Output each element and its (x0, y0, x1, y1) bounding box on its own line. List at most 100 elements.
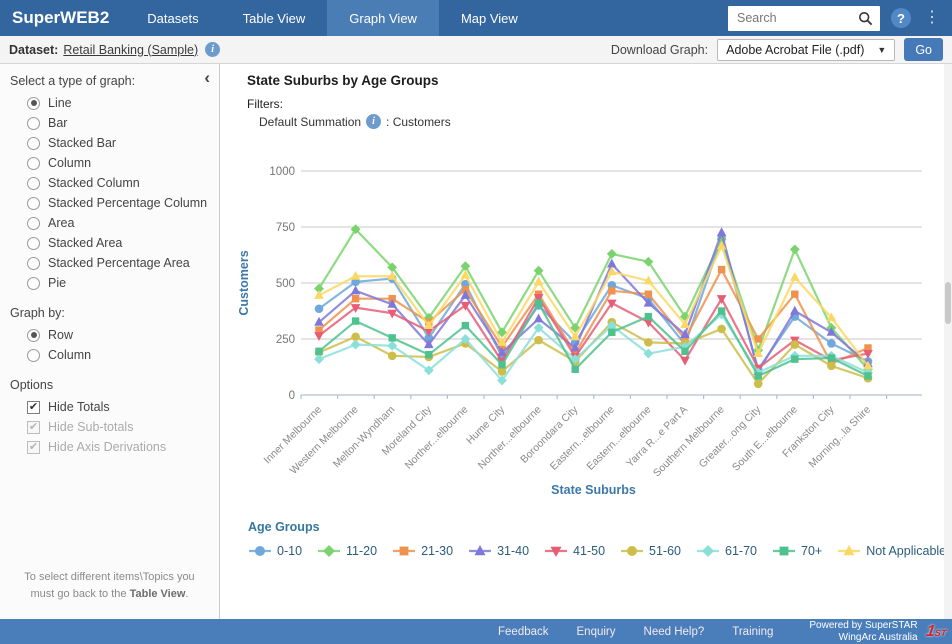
radio-icon[interactable] (27, 177, 40, 190)
x-category-label: Greater...ong City (697, 403, 764, 470)
radio-icon[interactable] (27, 329, 40, 342)
graph-type-area[interactable]: Area (27, 216, 219, 230)
graph-type-label: Bar (48, 116, 67, 130)
sidebar-collapse-icon[interactable]: ‹ (204, 70, 210, 85)
checkbox-icon[interactable] (27, 401, 40, 414)
option-hide-totals[interactable]: Hide Totals (27, 400, 219, 414)
filter-value: : Customers (386, 115, 451, 129)
radio-icon[interactable] (27, 117, 40, 130)
x-category-label: Norther...elbourne (403, 404, 471, 472)
tab-map-view[interactable]: Map View (439, 0, 540, 36)
x-category-label: Eastern...elbourne (548, 404, 617, 473)
legend-label: 0-10 (277, 544, 302, 558)
radio-icon[interactable] (27, 157, 40, 170)
go-button[interactable]: Go (904, 38, 943, 61)
legend-item-70+[interactable]: 70+ (772, 544, 822, 558)
legend-label: 11-20 (346, 544, 377, 558)
sidebar-note-suffix: . (185, 588, 188, 600)
footer-link-feedback[interactable]: Feedback (498, 626, 549, 638)
graph-type-stacked-percentage-area[interactable]: Stacked Percentage Area (27, 256, 219, 270)
scrollbar-thumb[interactable] (945, 282, 951, 324)
graph-type-pie[interactable]: Pie (27, 276, 219, 290)
radio-icon[interactable] (27, 97, 40, 110)
sidebar: ‹ Select a type of graph: Line Bar Stacked… (0, 64, 220, 619)
legend-item-not-applicable[interactable]: Not Applicable (837, 544, 946, 558)
checkbox-icon (27, 421, 40, 434)
sidebar-note: To select different items\Topics you mus… (0, 569, 219, 603)
tab-datasets[interactable]: Datasets (125, 0, 220, 36)
chart-legend: Age Groups 0-1011-2021-3031-4041-5051-60… (248, 520, 946, 558)
legend-item-51-60[interactable]: 51-60 (620, 544, 681, 558)
dataset-info-icon[interactable]: i (205, 42, 220, 57)
x-category-label: South E...elbourne (730, 404, 800, 474)
footer-link-enquiry[interactable]: Enquiry (577, 626, 616, 638)
sidebar-note-bold: Table View (130, 588, 186, 600)
legend-label: 70+ (801, 544, 822, 558)
footer-links: Feedback Enquiry Need Help? Training (498, 626, 773, 638)
help-icon[interactable]: ? (891, 8, 911, 28)
square-marker-icon (392, 544, 416, 558)
legend-item-11-20[interactable]: 11-20 (317, 544, 377, 558)
y-tick-label: 250 (276, 334, 295, 346)
triangle-marker-icon (837, 544, 861, 558)
app-logo: SuperWEB2 (0, 0, 125, 36)
x-axis-title: State Suburbs (551, 483, 636, 497)
legend-item-21-30[interactable]: 21-30 (392, 544, 453, 558)
radio-icon[interactable] (27, 277, 40, 290)
search-box[interactable] (728, 6, 880, 31)
legend-item-31-40[interactable]: 31-40 (468, 544, 529, 558)
summation-info-icon[interactable]: i (366, 114, 381, 129)
graph-type-list: Line Bar Stacked Bar Column Stacked Column St… (27, 96, 219, 290)
graph-type-line[interactable]: Line (27, 96, 219, 110)
download-format-select[interactable]: Adobe Acrobat File (.pdf) ▼ (717, 39, 895, 61)
tab-table-view[interactable]: Table View (221, 0, 328, 36)
radio-icon[interactable] (27, 237, 40, 250)
top-navigation-bar: SuperWEB2 DatasetsTable ViewGraph ViewMa… (0, 0, 952, 36)
graph-type-stacked-bar[interactable]: Stacked Bar (27, 136, 219, 150)
x-category-label: Morning...la Shire (806, 404, 873, 471)
radio-icon[interactable] (27, 257, 40, 270)
option-label: Hide Sub-totals (48, 420, 133, 434)
dataset-link[interactable]: Retail Banking (Sample) (63, 43, 198, 57)
radio-icon[interactable] (27, 137, 40, 150)
footer-link-need-help[interactable]: Need Help? (644, 626, 705, 638)
tab-graph-view[interactable]: Graph View (327, 0, 439, 36)
graph-type-stacked-column[interactable]: Stacked Column (27, 176, 219, 190)
triangle-down-marker-icon (544, 544, 568, 558)
menu-dots-icon[interactable]: ⋮ (922, 10, 942, 26)
square-marker-icon (772, 544, 796, 558)
graph-type-bar[interactable]: Bar (27, 116, 219, 130)
graph-by-row[interactable]: Row (27, 328, 219, 342)
graph-type-stacked-area[interactable]: Stacked Area (27, 236, 219, 250)
graph-by-column[interactable]: Column (27, 348, 219, 362)
top-right-controls: ? ⋮ (728, 0, 952, 36)
legend-label: 31-40 (497, 544, 529, 558)
footer-link-training[interactable]: Training (732, 626, 773, 638)
graph-type-label: Stacked Bar (48, 136, 116, 150)
search-input[interactable] (735, 10, 858, 26)
diamond-marker-icon (317, 544, 341, 558)
graph-type-title: Select a type of graph: (0, 74, 219, 88)
y-axis-title: Customers (237, 250, 251, 315)
select-caret-icon: ▼ (877, 45, 886, 55)
graph-type-stacked-percentage-column[interactable]: Stacked Percentage Column (27, 196, 219, 210)
graph-type-column[interactable]: Column (27, 156, 219, 170)
graph-by-label: Row (48, 328, 73, 342)
legend-item-61-70[interactable]: 61-70 (696, 544, 757, 558)
search-icon[interactable] (858, 11, 873, 26)
graph-type-label: Stacked Column (48, 176, 140, 190)
legend-item-0-10[interactable]: 0-10 (248, 544, 302, 558)
graph-type-label: Stacked Percentage Area (48, 256, 190, 270)
radio-icon[interactable] (27, 349, 40, 362)
legend-label: 21-30 (421, 544, 453, 558)
legend-label: 41-50 (573, 544, 605, 558)
radio-icon[interactable] (27, 197, 40, 210)
x-category-label: Western Melbourne (288, 404, 361, 477)
graph-view-panel: State Suburbs by Age Groups Filters: Def… (220, 64, 952, 619)
options-list: Hide TotalsHide Sub-totalsHide Axis Deri… (27, 400, 219, 454)
radio-icon[interactable] (27, 217, 40, 230)
legend-item-41-50[interactable]: 41-50 (544, 544, 605, 558)
y-tick-label: 0 (289, 390, 295, 402)
vertical-scrollbar[interactable] (944, 64, 952, 619)
graph-type-label: Line (48, 96, 72, 110)
